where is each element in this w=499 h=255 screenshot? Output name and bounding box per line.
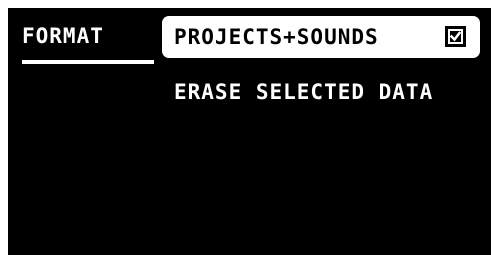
- tab-format[interactable]: FORMAT: [22, 23, 154, 53]
- device-screen: FORMAT PROJECTS+SOUNDS ERASE SELECTED DA…: [8, 8, 491, 255]
- option-label: PROJECTS+SOUNDS: [174, 25, 379, 49]
- option-projects-sounds[interactable]: PROJECTS+SOUNDS: [162, 16, 480, 58]
- tab-format-label: FORMAT: [22, 24, 104, 48]
- description-text: ERASE SELECTED DATA: [174, 80, 434, 104]
- checkbox-checked-icon[interactable]: [445, 26, 466, 47]
- tab-active-underline: [22, 60, 154, 64]
